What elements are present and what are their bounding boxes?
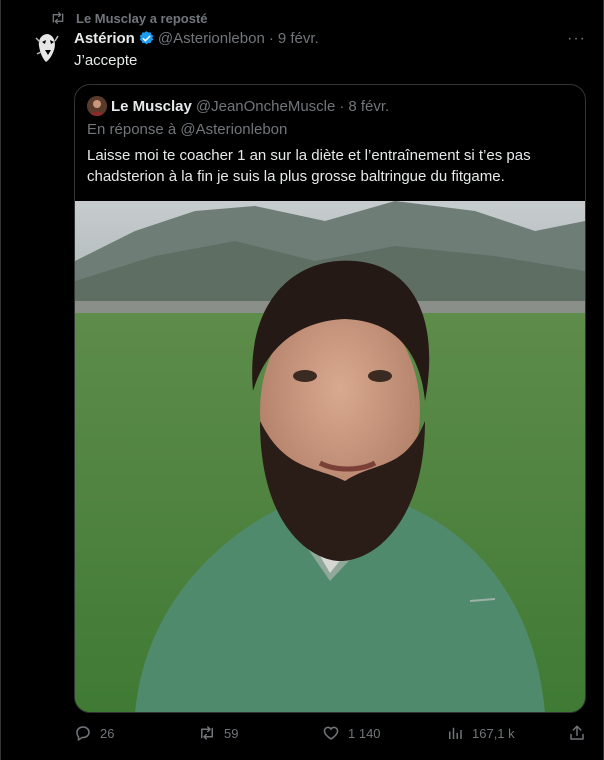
repost-icon	[201, 726, 213, 740]
repost-indicator[interactable]: Le Musclay a reposté	[50, 8, 208, 28]
quoted-tweet-image[interactable]	[75, 201, 585, 712]
tweet-text: J’accepte	[74, 52, 138, 69]
tweet-header: Astérion @Asterionlebon · 9 févr.	[74, 30, 319, 47]
views-count: 167,1 k	[472, 725, 515, 741]
quoted-author-avatar	[87, 96, 107, 116]
verified-badge-icon[interactable]	[138, 30, 155, 47]
share-button[interactable]	[568, 724, 594, 742]
author-avatar[interactable]	[28, 28, 68, 68]
quoted-tweet-header: Le Musclay @JeanOncheMuscle · 8 févr.	[87, 96, 389, 116]
reply-count: 26	[100, 725, 115, 741]
share-icon	[570, 725, 584, 740]
views-icon	[449, 727, 462, 739]
repost-button[interactable]: 59	[198, 724, 238, 742]
separator-dot: ·	[339, 97, 345, 115]
reply-icon	[76, 726, 90, 742]
reply-context: En réponse à @Asterionlebon	[87, 121, 288, 138]
tweet-date[interactable]: 9 févr.	[278, 30, 319, 47]
quoted-author-handle: @JeanOncheMuscle	[195, 97, 336, 115]
reply-button[interactable]: 26	[74, 724, 114, 742]
repost-icon	[52, 12, 64, 24]
views-button[interactable]: 167,1 k	[446, 724, 515, 742]
quoted-tweet[interactable]: Le Musclay @JeanOncheMuscle · 8 févr. En…	[74, 84, 586, 713]
heart-icon	[323, 726, 339, 740]
repost-label: Le Musclay a reposté	[76, 10, 208, 26]
quoted-author-name: Le Musclay	[111, 97, 192, 115]
repost-count: 59	[224, 725, 239, 741]
action-bar: 26 59 1 140 167,1 k	[74, 724, 586, 748]
quoted-tweet-text: Laisse moi te coacher 1 an sur la diète …	[87, 147, 531, 185]
like-button[interactable]: 1 140	[322, 724, 381, 742]
author-name[interactable]: Astérion	[74, 30, 135, 47]
author-handle[interactable]: @Asterionlebon	[158, 30, 265, 47]
more-options-icon[interactable]: ···	[567, 30, 586, 48]
separator-dot: ·	[268, 30, 274, 47]
like-count: 1 140	[348, 725, 381, 741]
quoted-tweet-date: 8 févr.	[348, 97, 390, 115]
